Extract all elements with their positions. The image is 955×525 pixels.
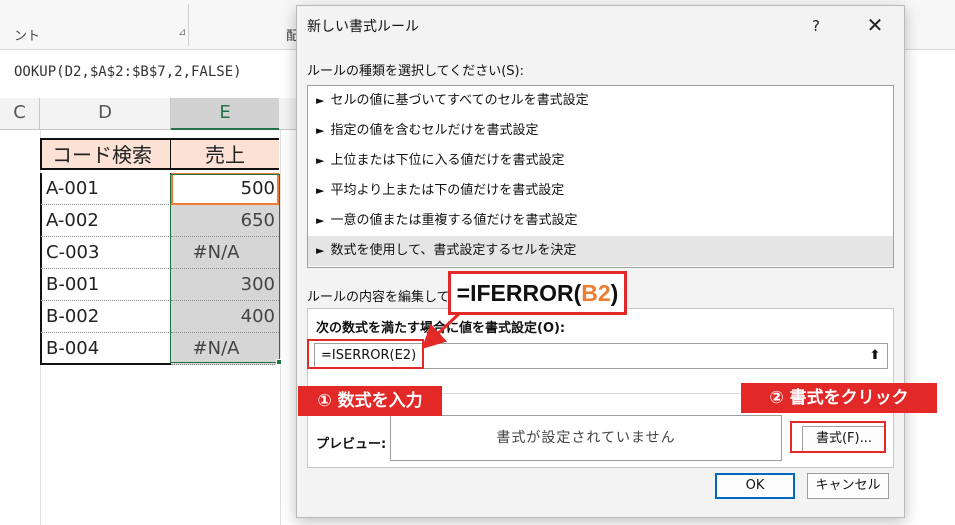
edit-rule-label: ルールの内容を編集してく [307,290,463,305]
formula-bar[interactable]: OOKUP(D2,$A$2:$B$7,2,FALSE) [0,60,300,88]
ribbon-divider [188,4,189,46]
callout-accent: B2 [581,280,611,306]
collapse-dialog-icon[interactable]: ⬆ [864,345,886,367]
callout-prefix: =IFERROR( [456,280,582,306]
table-header-code[interactable]: コード検索 [40,138,171,170]
formula-input[interactable]: =ISERROR(E2) [314,343,888,369]
new-format-rule-dialog: 新しい書式ルール ? ✕ ルールの種類を選択してください(S): ► セルの値に基… [296,5,905,518]
column-header-d[interactable]: D [40,98,171,130]
table-cell-code[interactable]: A-002 [40,205,171,237]
ok-button[interactable]: OK [715,473,795,499]
rule-type-item[interactable]: ► 一意の値または重複する値だけを書式設定 [308,206,893,236]
bullet-icon: ► [316,154,325,167]
rule-type-item[interactable]: ► 指定の値を含むセルだけを書式設定 [308,116,893,146]
table-cell-sales-active[interactable]: 500 [171,173,279,205]
iferror-callout: =IFERROR(B2) [448,271,627,315]
rule-type-item-label: 一意の値または重複する値だけを書式設定 [330,213,578,228]
rule-type-label: ルールの種類を選択してください(S): [307,64,524,79]
column-header-row: C D E [0,98,300,130]
callout-suffix: ) [610,280,619,306]
table-cell-sales[interactable]: 300 [171,269,279,301]
rule-type-item-label: 上位または下位に入る値だけを書式設定 [330,153,565,168]
bullet-icon: ► [316,244,325,257]
close-button[interactable]: ✕ [857,12,893,40]
condition-label: 次の数式を満たす場合に値を書式設定(O): [316,321,566,336]
table-cell-sales[interactable]: 400 [171,301,279,333]
cancel-button[interactable]: キャンセル [807,473,889,499]
dialog-title: 新しい書式ルール [307,19,419,35]
rule-type-item-selected[interactable]: ► 数式を使用して、書式設定するセルを決定 [308,236,893,266]
table-cell-code[interactable]: B-004 [40,333,171,365]
table-cell-sales[interactable]: 650 [171,205,279,237]
bullet-icon: ► [316,94,325,107]
rule-type-item[interactable]: ► 上位または下位に入る値だけを書式設定 [308,146,893,176]
table-header-sales[interactable]: 売上 [171,138,279,170]
step2-badge: ② 書式をクリック [741,383,937,413]
dialog-launcher-icon[interactable]: ⊿ [178,27,186,38]
table-cell-code[interactable]: B-002 [40,301,171,333]
rule-type-item[interactable]: ► 平均より上または下の値だけを書式設定 [308,176,893,206]
preview-box: 書式が設定されていません [390,415,782,461]
grid-line [280,130,281,525]
bullet-icon: ► [316,214,325,227]
bullet-icon: ► [316,184,325,197]
table-cell-code[interactable]: A-001 [40,173,171,205]
rule-type-item-label: 数式を使用して、書式設定するセルを決定 [330,243,577,258]
step1-badge: ① 数式を入力 [298,386,442,416]
column-header-c[interactable]: C [0,98,40,130]
rule-type-item-label: 平均より上または下の値だけを書式設定 [330,183,565,198]
table-cell-code[interactable]: B-001 [40,269,171,301]
table-cell-sales[interactable]: #N/A [171,333,279,365]
bullet-icon: ► [316,124,325,137]
column-header-e[interactable]: E [171,98,279,130]
rule-type-item[interactable]: ► セルの値に基づいてすべてのセルを書式設定 [308,86,893,116]
table-cell-code[interactable]: C-003 [40,237,171,269]
fill-handle[interactable] [276,359,282,365]
ribbon-group-label: ント [14,29,41,44]
format-button[interactable]: 書式(F)... [802,426,886,452]
table-cell-sales[interactable]: #N/A [171,237,279,269]
rule-type-item-label: 指定の値を含むセルだけを書式設定 [330,123,539,138]
rule-type-item-label: セルの値に基づいてすべてのセルを書式設定 [330,93,589,108]
help-button[interactable]: ? [801,14,831,40]
preview-label: プレビュー: [316,437,387,452]
rule-type-list[interactable]: ► セルの値に基づいてすべてのセルを書式設定 ► 指定の値を含むセルだけを書式設定 … [307,85,894,268]
